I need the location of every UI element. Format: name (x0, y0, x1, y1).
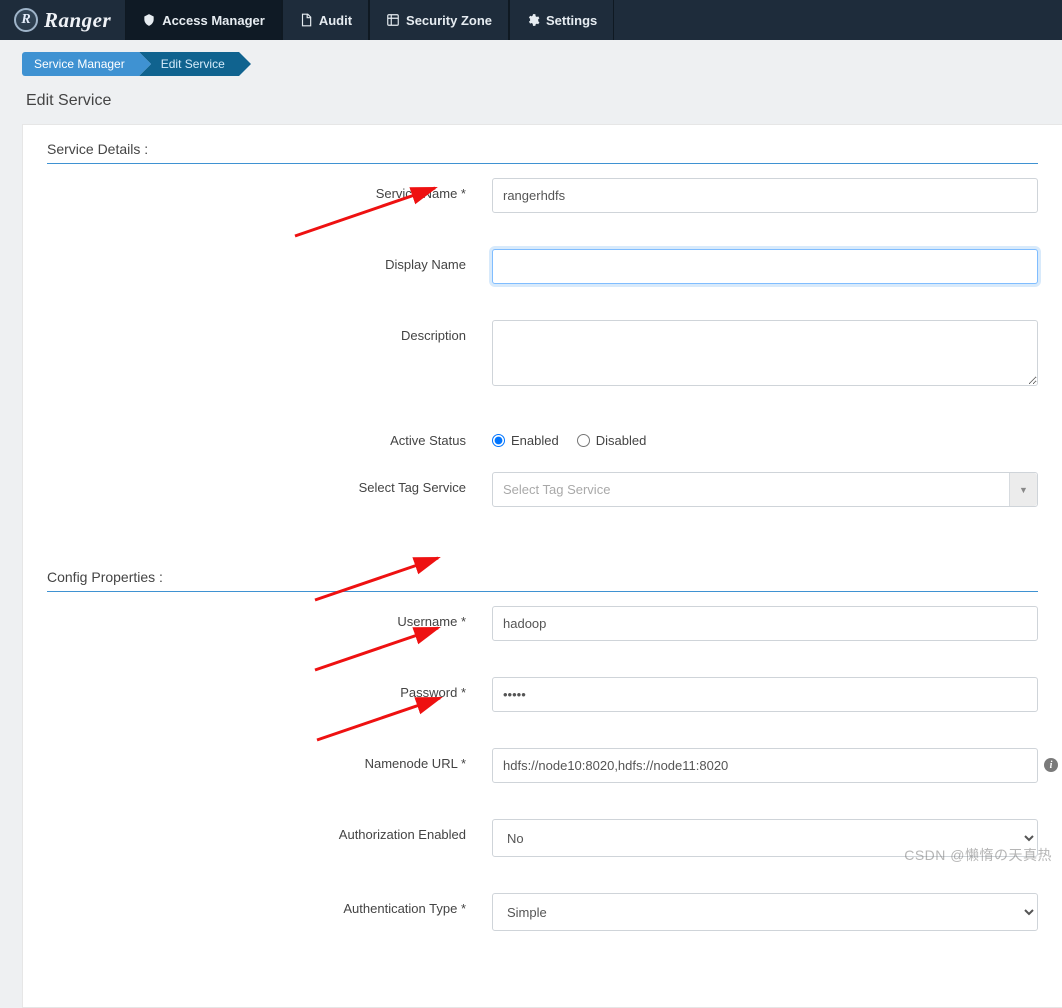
namenode-url-input[interactable] (492, 748, 1038, 783)
label-password: Password * (47, 677, 492, 700)
breadcrumb-edit-service[interactable]: Edit Service (139, 52, 239, 76)
nav-label: Access Manager (162, 13, 265, 28)
radio-label: Enabled (511, 433, 559, 448)
authentication-type-select[interactable]: Simple (492, 893, 1038, 931)
label-username: Username * (47, 606, 492, 629)
tag-service-select[interactable]: Select Tag Service ▼ (492, 472, 1038, 507)
form-panel: Service Details : Service Name * Display… (22, 124, 1062, 1008)
top-nav: R Ranger Access Manager Audit Security Z… (0, 0, 1062, 40)
breadcrumb-label: Edit Service (161, 57, 225, 71)
nav-label: Audit (319, 13, 352, 28)
shield-icon (142, 13, 156, 27)
nav-label: Security Zone (406, 13, 492, 28)
file-icon (299, 13, 313, 27)
active-status-disabled[interactable]: Disabled (577, 433, 647, 448)
display-name-input[interactable] (492, 249, 1038, 284)
radio-disabled[interactable] (577, 434, 590, 447)
logo-badge-icon: R (14, 8, 38, 32)
label-description: Description (47, 320, 492, 343)
active-status-enabled[interactable]: Enabled (492, 433, 559, 448)
app-name: Ranger (44, 8, 111, 33)
label-tag-service: Select Tag Service (47, 472, 492, 495)
username-input[interactable] (492, 606, 1038, 641)
radio-label: Disabled (596, 433, 647, 448)
label-namenode-url: Namenode URL * (47, 748, 492, 771)
section-service-details: Service Details : (47, 141, 1038, 164)
tag-service-placeholder: Select Tag Service (493, 473, 1009, 506)
label-display-name: Display Name (47, 249, 492, 272)
nav-items: Access Manager Audit Security Zone Setti… (125, 0, 614, 40)
nav-security-zone[interactable]: Security Zone (369, 0, 509, 40)
radio-enabled[interactable] (492, 434, 505, 447)
password-input[interactable] (492, 677, 1038, 712)
page-title: Edit Service (0, 84, 1062, 124)
service-name-input[interactable] (492, 178, 1038, 213)
gear-icon (526, 13, 540, 27)
label-authentication-type: Authentication Type * (47, 893, 492, 916)
breadcrumb: Service Manager Edit Service (0, 40, 1062, 84)
breadcrumb-label: Service Manager (34, 57, 125, 71)
chevron-down-icon[interactable]: ▼ (1009, 473, 1037, 506)
description-input[interactable] (492, 320, 1038, 386)
nav-settings[interactable]: Settings (509, 0, 614, 40)
info-icon[interactable]: i (1044, 758, 1058, 772)
label-service-name: Service Name * (47, 178, 492, 201)
app-logo[interactable]: R Ranger (0, 0, 125, 40)
breadcrumb-service-manager[interactable]: Service Manager (22, 52, 139, 76)
nav-access-manager[interactable]: Access Manager (125, 0, 282, 40)
nav-label: Settings (546, 13, 597, 28)
watermark: CSDN @懒惰の天真热 (904, 845, 1052, 865)
nav-audit[interactable]: Audit (282, 0, 369, 40)
section-config-properties: Config Properties : (47, 569, 1038, 592)
zone-icon (386, 13, 400, 27)
label-active-status: Active Status (47, 425, 492, 448)
label-authorization-enabled: Authorization Enabled (47, 819, 492, 842)
